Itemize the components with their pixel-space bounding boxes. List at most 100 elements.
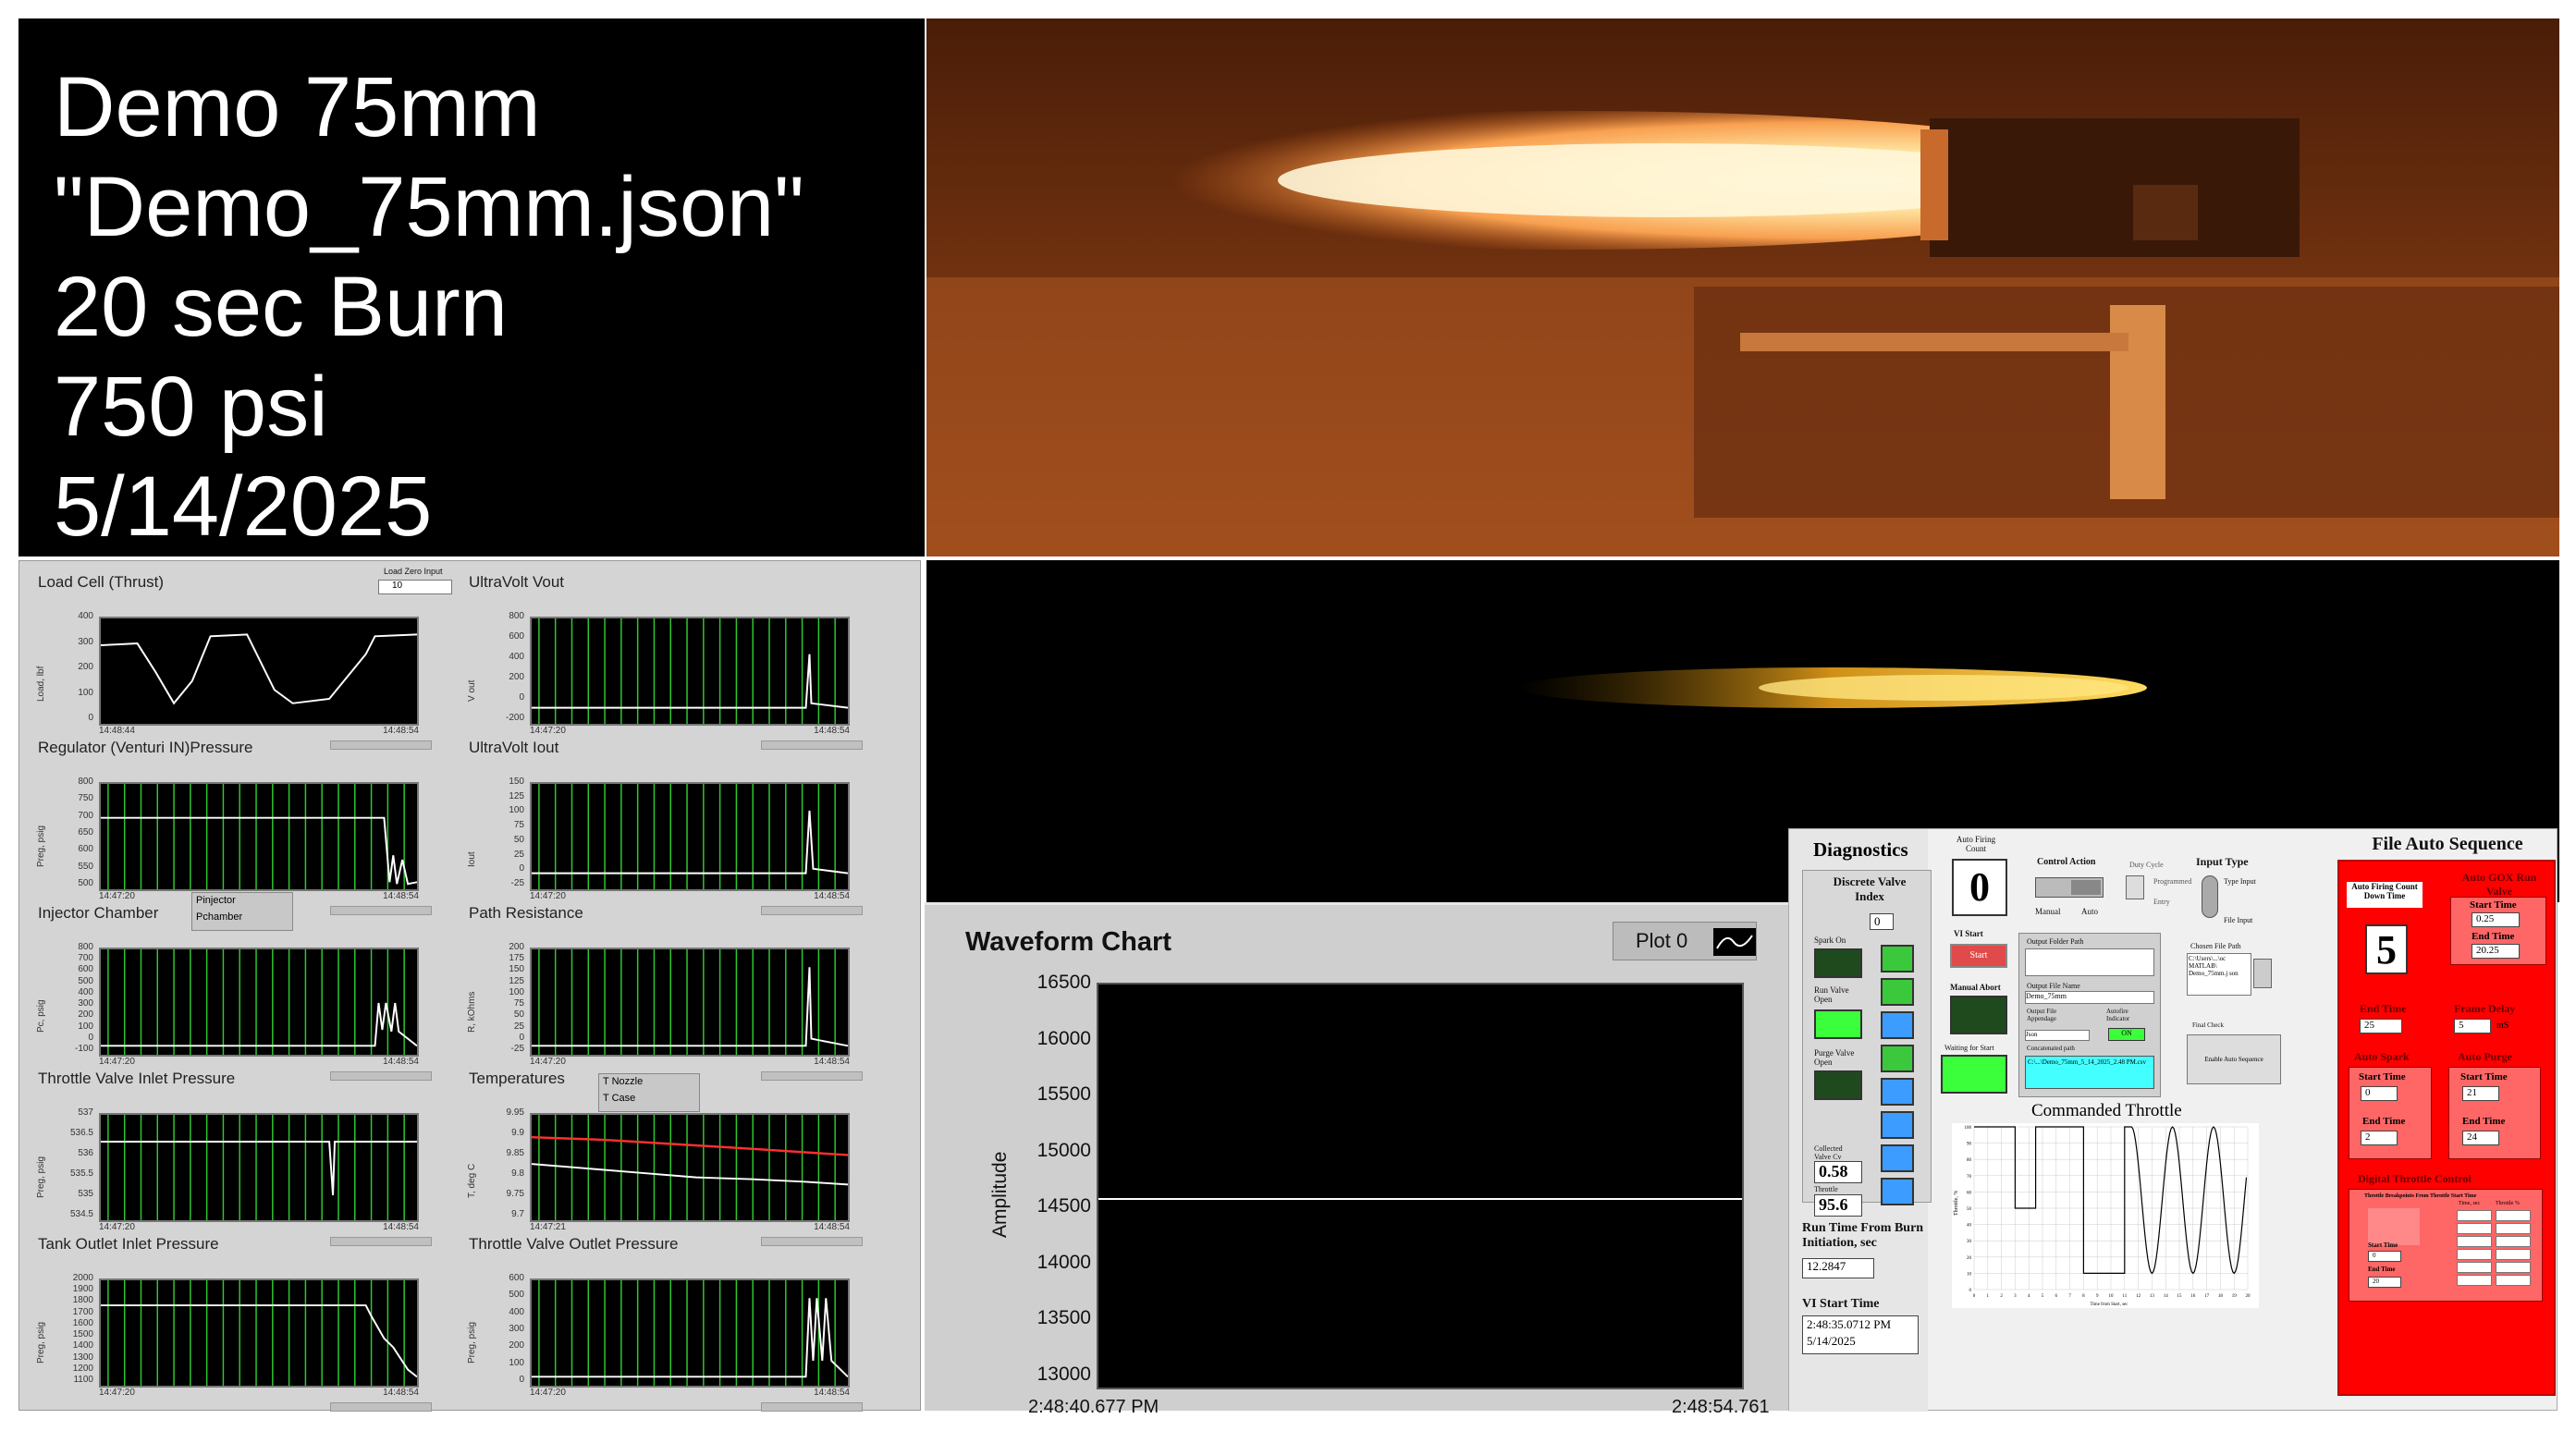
plot-legend[interactable]: Plot 0 — [1613, 922, 1757, 960]
graph-x-axis: 14:47:20 14:48:54 — [99, 1388, 419, 1400]
spark-end-value[interactable]: 2 — [2361, 1131, 2398, 1145]
auto-purge-group: Start Time 21 End Time 24 — [2448, 1067, 2541, 1159]
graph-title: UltraVolt Vout — [469, 573, 565, 591]
ct-x-tick: 17 — [2204, 1294, 2210, 1299]
graph-y-label: Preg, psig — [467, 1321, 477, 1364]
dt-end-time-label: End Time — [2368, 1266, 2396, 1273]
y-tick-label: 0 — [88, 1032, 93, 1043]
graph-panel: Tank Outlet Inlet Pressure 2000 1900 1800 17… — [25, 1234, 443, 1412]
purge-valve-open-led — [1814, 1070, 1862, 1100]
temperature-legend[interactable]: T Nozzle T Case — [598, 1073, 700, 1112]
breakpoint-cell[interactable] — [2457, 1210, 2492, 1221]
breakpoint-cell[interactable] — [2457, 1275, 2492, 1286]
gox-label: Auto GOX Run Valve — [2461, 871, 2537, 898]
breakpoint-cell[interactable] — [2496, 1223, 2531, 1234]
input-type-label: Input Type — [2196, 855, 2249, 868]
waveform-y-tick: 16500 — [1037, 972, 1091, 993]
graph-scrollbar[interactable] — [761, 1402, 863, 1412]
y-tick-label: 400 — [509, 652, 524, 662]
y-tick-label: 200 — [509, 1340, 524, 1352]
y-tick-label: 125 — [509, 790, 524, 801]
output-folder-path-label: Output Folder Path — [2027, 937, 2084, 946]
y-tick-label: 300 — [78, 636, 93, 647]
purge-start-value[interactable]: 21 — [2462, 1086, 2499, 1101]
y-tick-label: 600 — [78, 844, 93, 855]
y-tick-label: 200 — [509, 942, 524, 952]
output-folder-path-field[interactable] — [2025, 948, 2154, 976]
run-time-value: 12.2847 — [1802, 1258, 1874, 1278]
x-start-label: 14:47:20 — [530, 726, 566, 736]
output-file-name-label: Output File Name — [2027, 982, 2080, 990]
graph-panel: Throttle Valve Outlet Pressure 600 500 400 3… — [456, 1234, 874, 1412]
manual-abort-button[interactable] — [1950, 996, 2007, 1034]
breakpoint-cell[interactable] — [2496, 1236, 2531, 1247]
auto-firing-count-label: Auto Firing Count — [1956, 835, 1996, 853]
y-tick-label: 1700 — [72, 1306, 93, 1317]
start-button[interactable]: Start — [1950, 944, 2007, 968]
breakpoint-cell[interactable] — [2496, 1210, 2531, 1221]
browse-folder-icon[interactable] — [2253, 959, 2272, 988]
injector-legend[interactable]: Pinjector Pchamber — [191, 892, 293, 931]
graph-panel: UltraVolt Iout 150 125 100 75 50 25 0 -25 Iout 14:… — [456, 738, 874, 915]
graph-panel: Path Resistance 200 175 150 125 100 75 50 25 0 -25… — [456, 903, 874, 1081]
y-tick-label: 536.5 — [69, 1128, 93, 1138]
valve-led-column — [1881, 945, 1918, 1213]
graph-y-label: T, deg C — [467, 1163, 477, 1198]
waveform-y-tick: 13000 — [1037, 1364, 1091, 1385]
ct-y-tick: 30 — [1967, 1240, 1972, 1244]
output-file-appendage-field[interactable]: Json — [2025, 1030, 2090, 1041]
legend-entry: Pinjector — [196, 895, 236, 906]
purge-end-value[interactable]: 24 — [2462, 1131, 2499, 1145]
y-tick-label: 500 — [78, 975, 93, 986]
ct-y-label: Throttle, % — [1954, 1191, 1959, 1216]
waveform-y-tick: 14500 — [1037, 1195, 1091, 1217]
breakpoint-cell[interactable] — [2496, 1262, 2531, 1273]
valve-led — [1881, 945, 1914, 972]
plot-legend-label: Plot 0 — [1636, 929, 1688, 952]
y-tick-label: 550 — [78, 861, 93, 872]
graph-title: Throttle Valve Outlet Pressure — [469, 1235, 679, 1253]
chosen-file-path-field[interactable]: C:\Users\...\oc MATLAB\ Demo_75mm.j son — [2187, 953, 2251, 996]
breakpoint-cell[interactable] — [2496, 1275, 2531, 1286]
end-time-value[interactable]: 25 — [2360, 1019, 2402, 1034]
gox-end-value[interactable]: 20.25 — [2472, 944, 2520, 959]
breakpoint-cell[interactable] — [2457, 1223, 2492, 1234]
y-tick-label: 9.7 — [511, 1209, 524, 1219]
control-action-toggle[interactable] — [2035, 877, 2104, 898]
breakpoint-cell[interactable] — [2496, 1249, 2531, 1260]
duty-cycle-switch[interactable] — [2126, 875, 2144, 899]
input-type-switch[interactable] — [2202, 875, 2218, 918]
breakpoint-table[interactable] — [2457, 1210, 2536, 1288]
dt-start-time-value[interactable]: 0 — [2368, 1251, 2401, 1262]
y-tick-label: -200 — [505, 713, 524, 723]
y-tick-label: 534.5 — [69, 1209, 93, 1219]
graph-y-label: Preg, psig — [36, 825, 46, 867]
y-tick-label: 100 — [509, 1357, 524, 1368]
y-tick-label: 200 — [78, 662, 93, 672]
throttle-breakpoint-array[interactable] — [2368, 1208, 2420, 1245]
ct-x-tick: 2 — [2000, 1294, 2003, 1299]
gox-start-value[interactable]: 0.25 — [2472, 912, 2520, 927]
output-file-name-field[interactable]: Demo_75mm — [2025, 991, 2154, 1004]
spark-start-value[interactable]: 0 — [2361, 1086, 2398, 1101]
graph-title: Tank Outlet Inlet Pressure — [38, 1235, 219, 1253]
breakpoint-cell[interactable] — [2457, 1236, 2492, 1247]
throttle-pct-label: Throttle % — [2496, 1201, 2520, 1206]
x-start-label: 14:47:21 — [530, 1222, 566, 1232]
breakpoint-cell[interactable] — [2457, 1262, 2492, 1273]
graph-trace — [532, 1298, 848, 1378]
y-tick-label: 800 — [78, 777, 93, 787]
frame-delay-value[interactable]: 5 — [2454, 1019, 2491, 1034]
frame-delay-label: Frame Delay — [2454, 1002, 2516, 1015]
enable-auto-sequence-button[interactable]: Enable Auto Sequence — [2187, 1034, 2281, 1084]
title-line-1: Demo 75mm — [54, 60, 541, 154]
waveform-chart-panel: Waveform Chart Plot 0 Amplitude 16500 160… — [925, 902, 1788, 1415]
dt-end-time-value[interactable]: 20 — [2368, 1277, 2401, 1288]
graph-scrollbar[interactable] — [330, 1402, 432, 1412]
graph-y-label: Iout — [467, 851, 477, 867]
discrete-valve-index-value[interactable]: 0 — [1870, 913, 1894, 930]
digital-throttle-label: Digital Throttle Control — [2358, 1172, 2472, 1185]
y-tick-label: 500 — [78, 878, 93, 888]
breakpoint-cell[interactable] — [2457, 1249, 2492, 1260]
time-sec-label: Time, sec — [2459, 1201, 2481, 1206]
